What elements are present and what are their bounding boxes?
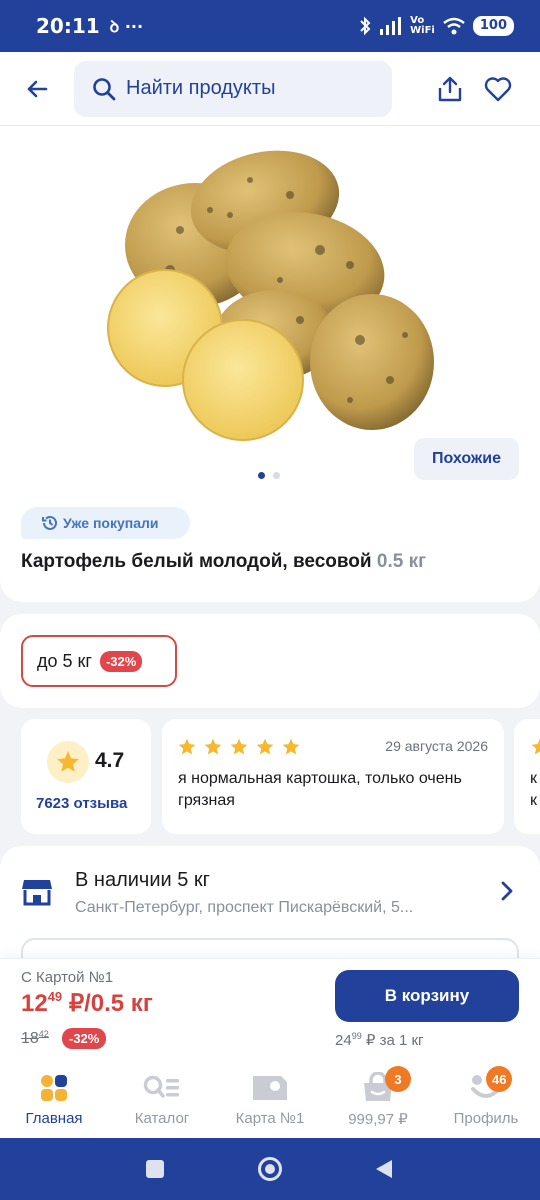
back-button[interactable]	[0, 52, 74, 126]
favorite-button[interactable]	[473, 64, 523, 114]
star-icon	[178, 738, 196, 755]
promo-label: до 5 кг	[37, 650, 92, 671]
star-icon	[204, 738, 222, 755]
nav-home[interactable]: Главная	[0, 1058, 108, 1138]
search-field[interactable]: Найти продукты	[74, 60, 392, 117]
old-price-frac: 42	[38, 1029, 49, 1039]
current-price: 1249 ₽/0.5 кг	[21, 989, 153, 1018]
price-discount-badge: -32%	[62, 1028, 107, 1049]
gallery-dot	[273, 472, 280, 479]
profile-count-badge: 46	[486, 1066, 513, 1092]
product-image[interactable]	[100, 140, 440, 450]
per-kg-unit: ₽ за 1 кг	[361, 1032, 424, 1049]
nav-profile[interactable]: Профиль 46	[432, 1058, 540, 1138]
price-bar: С Картой №1 1249 ₽/0.5 кг 1842 -32% В ко…	[0, 958, 540, 1058]
search-icon	[93, 77, 116, 100]
review-card-next[interactable]: кк	[514, 719, 540, 834]
nav-label: Каталог	[134, 1110, 190, 1127]
review-peek-line: к	[530, 792, 537, 809]
vowifi-indicator: Vo WiFi	[410, 16, 435, 36]
nav-label: 999,97 ₽	[348, 1111, 408, 1128]
stock-title: В наличии 5 кг	[75, 869, 210, 891]
old-price-int: 18	[21, 1030, 39, 1047]
status-time: 20:11	[36, 14, 100, 38]
promo-card: до 5 кг -32%	[0, 614, 540, 708]
per-kg-frac: 99	[351, 1031, 362, 1041]
star-icon	[282, 738, 300, 755]
gallery-indicator	[258, 472, 280, 479]
status-indicators: Vo WiFi 100	[358, 16, 514, 36]
card-icon	[253, 1076, 287, 1100]
nav-label: Профиль	[453, 1110, 519, 1127]
wifi-icon	[443, 17, 465, 35]
product-weight: 0.5 кг	[376, 551, 426, 572]
share-icon	[438, 76, 462, 102]
review-peek-line: к	[530, 770, 537, 787]
per-kg-int: 24	[335, 1032, 352, 1049]
chevron-right-icon	[501, 881, 513, 901]
store-address: Санкт-Петербург, проспект Пискарёвский, …	[75, 899, 414, 916]
system-navigation-bar	[0, 1138, 540, 1200]
add-to-cart-button[interactable]: В корзину	[335, 970, 519, 1022]
wifi-text: WiFi	[410, 25, 435, 36]
loyalty-card-label: С Картой №1	[21, 969, 114, 986]
star-icon	[230, 738, 248, 755]
heart-icon	[484, 77, 512, 102]
status-bar: 20:11 ꝺ ··· Vo WiFi 100	[0, 0, 540, 52]
price-int: 12	[21, 990, 48, 1017]
share-button[interactable]	[425, 64, 475, 114]
nav-label: Карта №1	[235, 1110, 305, 1127]
signal-icon	[380, 17, 402, 35]
review-text-peek: кк	[530, 768, 537, 812]
arrow-left-icon	[27, 80, 48, 97]
gallery-dot-active	[258, 472, 265, 479]
promo-discount-badge: -32%	[99, 650, 143, 672]
nav-basket[interactable]: 999,97 ₽ 3	[324, 1058, 432, 1138]
basket-count-badge: 3	[385, 1066, 411, 1092]
nav-card[interactable]: Карта №1	[216, 1058, 324, 1138]
already-bought-label: Уже покупали	[63, 515, 159, 531]
recents-button[interactable]	[146, 1160, 164, 1178]
similar-button[interactable]: Похожие	[414, 438, 519, 480]
nav-catalog[interactable]: Каталог	[108, 1058, 216, 1138]
rating-star-icon	[47, 741, 89, 783]
reviews-count-link[interactable]: 7623 отзыва	[36, 795, 127, 812]
promo-chip[interactable]: до 5 кг -32%	[21, 635, 177, 687]
store-icon	[22, 880, 52, 906]
old-price: 1842	[21, 1029, 49, 1048]
back-triangle-icon[interactable]	[374, 1158, 394, 1180]
top-bar: Найти продукты	[0, 52, 540, 126]
review-stars	[177, 737, 301, 757]
rating-value: 4.7	[95, 749, 125, 772]
review-card[interactable]: 29 августа 2026 я нормальная картошка, т…	[162, 719, 504, 834]
product-name: Картофель белый молодой, весовой	[21, 551, 372, 572]
price-frac: 49	[47, 989, 63, 1004]
product-title: Картофель белый молодой, весовой 0.5 кг	[21, 551, 426, 573]
review-date: 29 августа 2026	[385, 738, 488, 754]
already-bought-badge: Уже покупали	[21, 507, 190, 539]
star-icon	[531, 738, 540, 755]
home-icon	[41, 1075, 67, 1101]
bottom-navigation: Главная Каталог Карта №1 999,97 ₽ 3 Проф…	[0, 1058, 540, 1138]
review-text: я нормальная картошка, только очень гряз…	[178, 770, 462, 809]
history-icon	[42, 515, 57, 530]
nav-label: Главная	[25, 1110, 83, 1127]
bluetooth-icon	[360, 16, 371, 36]
star-icon	[256, 738, 274, 755]
search-placeholder: Найти продукты	[126, 77, 276, 99]
home-button[interactable]	[258, 1157, 282, 1181]
home-button-dot	[265, 1164, 275, 1174]
price-unit: ₽/0.5 кг	[62, 990, 153, 1017]
rating-summary[interactable]: 4.7 7623 отзыва	[21, 719, 151, 834]
status-extra: ꝺ ···	[109, 17, 144, 36]
price-per-kg: 2499 ₽ за 1 кг	[335, 1031, 424, 1049]
catalog-icon	[143, 1075, 179, 1098]
battery-indicator: 100	[472, 16, 514, 36]
